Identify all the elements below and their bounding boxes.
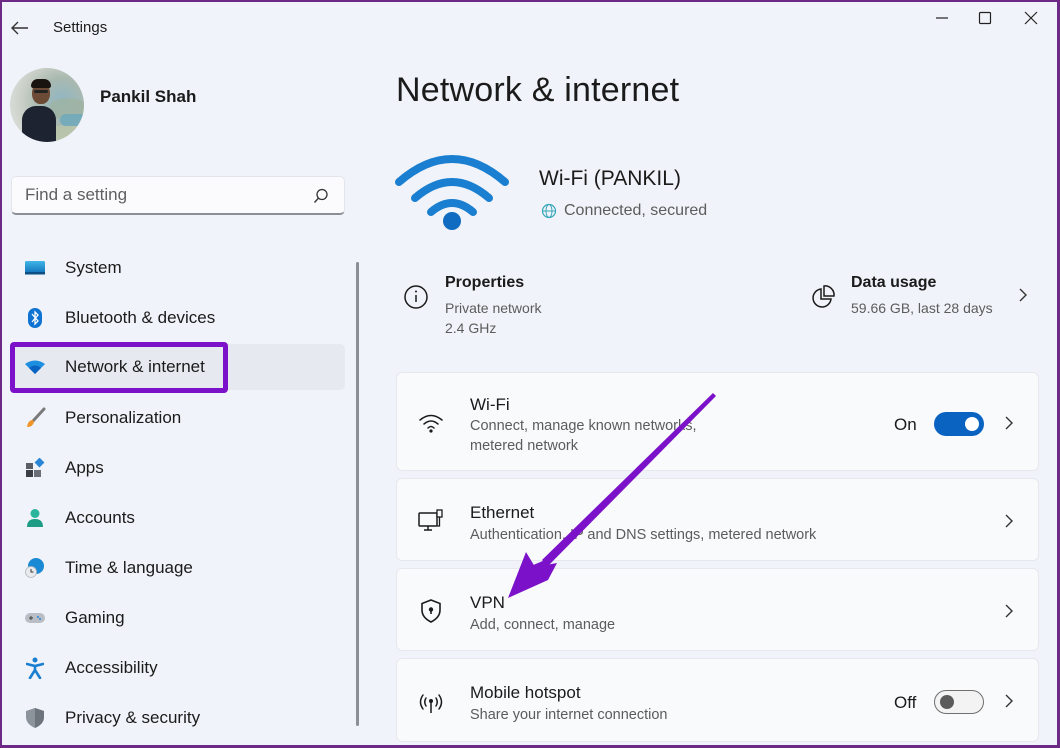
globe-icon xyxy=(541,203,557,219)
hotspot-toggle-label: Off xyxy=(894,693,917,712)
wifi-card[interactable]: Wi-Fi Connect, manage known networks, me… xyxy=(396,372,1039,471)
wifi-card-subtitle-line1: Connect, manage known networks, xyxy=(470,418,697,434)
data-usage-value: 59.66 GB, last 28 days xyxy=(851,300,993,316)
shield-icon xyxy=(24,707,46,729)
connection-status: Connected, secured xyxy=(541,202,707,220)
page-title: Network & internet xyxy=(396,71,680,109)
user-name: Pankil Shah xyxy=(100,87,197,106)
data-usage-title: Data usage xyxy=(851,274,937,291)
data-usage-button[interactable]: Data usage 59.66 GB, last 28 days xyxy=(806,268,1040,346)
brush-icon xyxy=(24,407,46,429)
vpn-card-subtitle: Add, connect, manage xyxy=(470,617,616,633)
hotspot-icon xyxy=(417,689,445,717)
wifi-card-subtitle-line2: metered network xyxy=(470,438,578,454)
connection-name: Wi-Fi (PANKIL) xyxy=(539,167,681,190)
sidebar-item-gaming[interactable]: Gaming xyxy=(10,595,345,641)
toggle-knob xyxy=(940,695,954,709)
app-title: Settings xyxy=(53,19,108,36)
sidebar-item-system[interactable]: System xyxy=(10,245,345,291)
wifi-large-icon xyxy=(395,155,509,230)
sidebar-scrollbar[interactable] xyxy=(356,262,359,726)
sidebar-item-privacy-security[interactable]: Privacy & security xyxy=(10,695,345,741)
connection-status-text: Connected, secured xyxy=(564,202,708,219)
person-icon xyxy=(24,507,46,529)
vpn-card-title: VPN xyxy=(470,593,505,612)
properties-button[interactable]: Properties Private network 2.4 GHz xyxy=(396,268,696,346)
apps-icon xyxy=(24,457,46,479)
back-button[interactable] xyxy=(6,14,34,42)
search-input[interactable] xyxy=(25,185,295,205)
chevron-right-icon xyxy=(1005,604,1013,618)
ethernet-card-title: Ethernet xyxy=(470,503,535,522)
vpn-card[interactable]: VPN Add, connect, manage xyxy=(396,568,1039,651)
sidebar-item-bluetooth[interactable]: Bluetooth & devices xyxy=(10,295,345,341)
vpn-shield-icon xyxy=(417,597,445,625)
maximize-button[interactable] xyxy=(965,4,1005,32)
mobile-hotspot-card[interactable]: Mobile hotspot Share your internet conne… xyxy=(396,658,1039,742)
sidebar-item-label: Privacy & security xyxy=(65,708,201,727)
sidebar-item-label: Accessibility xyxy=(65,658,158,677)
search-icon[interactable] xyxy=(312,187,330,205)
back-arrow-icon xyxy=(11,21,28,35)
properties-band: 2.4 GHz xyxy=(445,320,497,336)
ethernet-icon xyxy=(417,507,445,535)
sidebar-item-personalization[interactable]: Personalization xyxy=(10,395,345,441)
sidebar-item-network[interactable]: Network & internet xyxy=(10,344,345,390)
title-bar: Settings xyxy=(0,0,1060,56)
toggle-knob xyxy=(965,417,979,431)
avatar[interactable] xyxy=(10,68,84,142)
accessibility-icon xyxy=(24,657,46,679)
hotspot-card-subtitle: Share your internet connection xyxy=(470,707,668,723)
gamepad-icon xyxy=(24,607,46,629)
search-box[interactable] xyxy=(11,176,345,215)
network-icon xyxy=(24,356,46,378)
sidebar-item-label: Personalization xyxy=(65,408,182,427)
close-icon xyxy=(1024,11,1038,25)
sidebar-item-accessibility[interactable]: Accessibility xyxy=(10,645,345,691)
system-icon xyxy=(24,257,46,279)
properties-network-type: Private network xyxy=(445,300,542,316)
bluetooth-icon xyxy=(24,307,46,329)
chevron-right-icon xyxy=(1005,694,1013,708)
sidebar-item-label: Apps xyxy=(65,458,104,477)
hotspot-toggle[interactable] xyxy=(934,690,984,714)
properties-title: Properties xyxy=(445,274,525,291)
chevron-right-icon xyxy=(1005,416,1013,430)
wifi-toggle[interactable] xyxy=(934,412,984,436)
sidebar-item-label: Time & language xyxy=(65,558,193,577)
globe-clock-icon xyxy=(24,557,46,579)
maximize-icon xyxy=(978,11,992,25)
chevron-right-icon xyxy=(1005,514,1013,528)
chevron-right-icon xyxy=(1019,288,1027,302)
close-button[interactable] xyxy=(1011,4,1051,32)
sidebar-item-label: Accounts xyxy=(65,508,135,527)
minimize-button[interactable] xyxy=(922,4,962,32)
sidebar-item-accounts[interactable]: Accounts xyxy=(10,495,345,541)
minimize-icon xyxy=(936,17,948,19)
hotspot-card-title: Mobile hotspot xyxy=(470,683,581,702)
sidebar-item-label: Bluetooth & devices xyxy=(65,308,216,327)
sidebar-item-time-language[interactable]: Time & language xyxy=(10,545,345,591)
sidebar-item-apps[interactable]: Apps xyxy=(10,445,345,491)
wifi-card-title: Wi-Fi xyxy=(470,395,510,414)
ethernet-card-subtitle: Authentication, IP and DNS settings, met… xyxy=(470,527,817,543)
info-icon xyxy=(404,285,428,309)
sidebar-item-label: Gaming xyxy=(65,608,125,627)
wifi-toggle-label: On xyxy=(894,415,917,434)
wifi-icon xyxy=(417,409,445,437)
sidebar-item-label: System xyxy=(65,258,122,277)
ethernet-card[interactable]: Ethernet Authentication, IP and DNS sett… xyxy=(396,478,1039,561)
sidebar-item-label: Network & internet xyxy=(65,357,205,376)
pie-chart-icon xyxy=(812,285,835,308)
